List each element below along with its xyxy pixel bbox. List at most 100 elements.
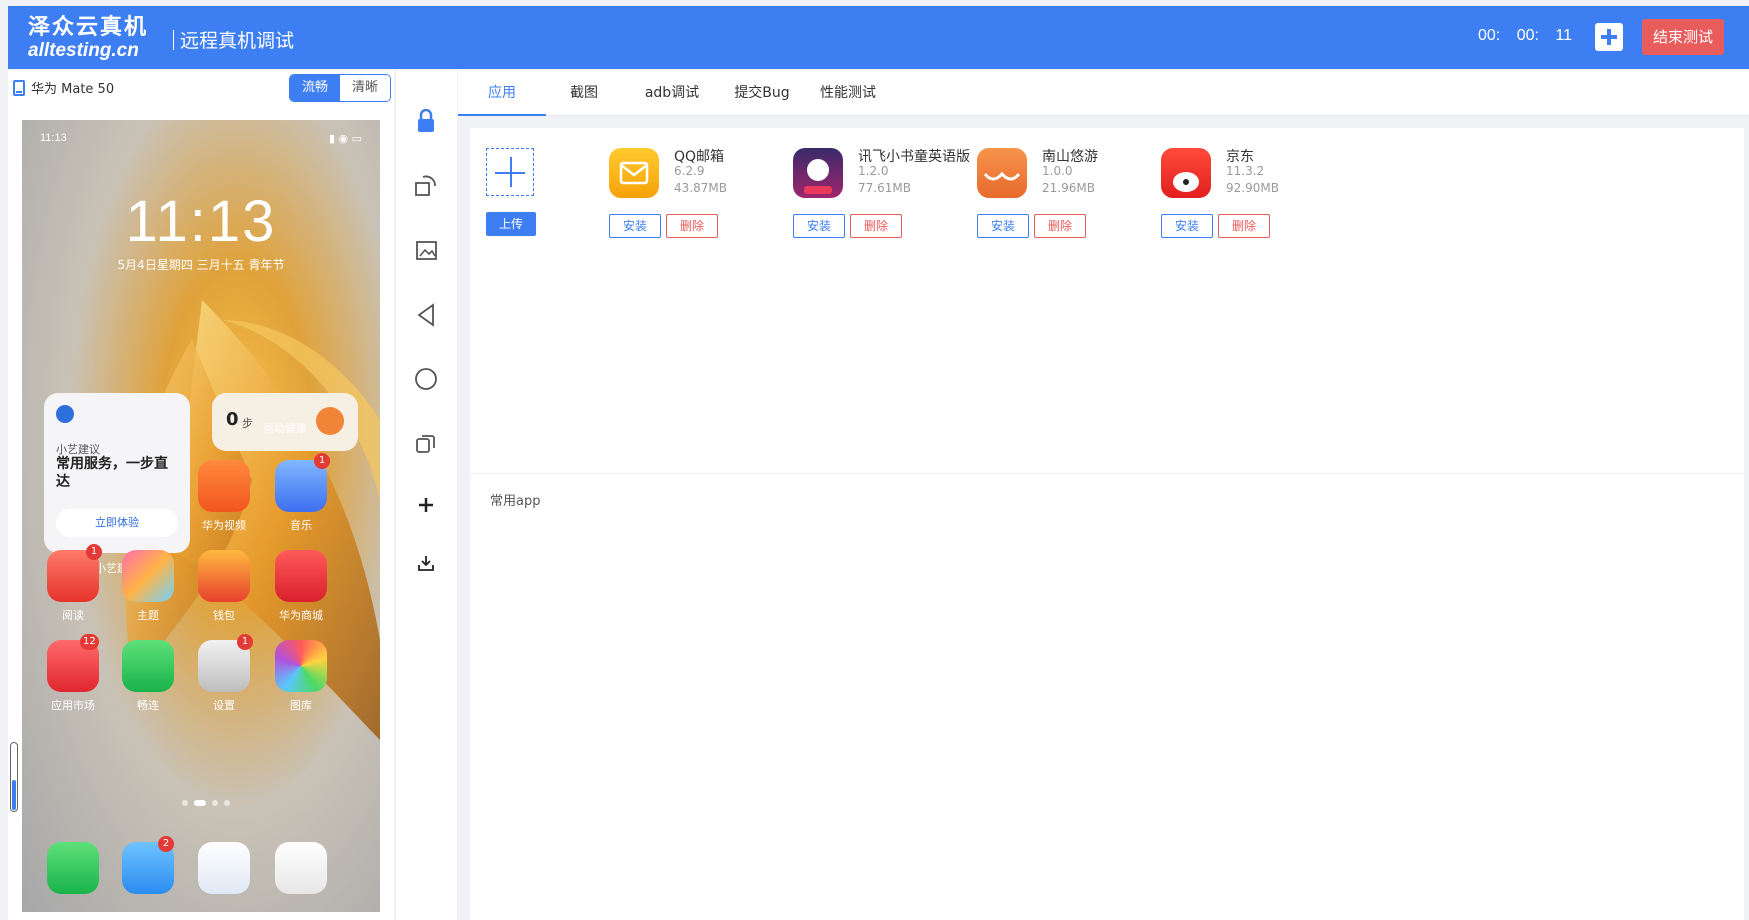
screenshot-icon[interactable] — [411, 236, 441, 266]
upload-dropzone[interactable] — [486, 148, 534, 196]
app-label: 应用市场 — [51, 699, 95, 712]
section-divider — [470, 473, 1744, 474]
tab-submit-bug[interactable]: 提交Bug — [720, 70, 804, 116]
download-icon[interactable] — [411, 548, 441, 578]
notification-badge: 2 — [158, 836, 174, 852]
iflytek-app-icon — [793, 148, 843, 198]
brand-name-cn: 泽众云真机 — [28, 15, 149, 40]
tab-screenshot[interactable]: 截图 — [548, 70, 620, 116]
quality-toggle: 流畅 清晰 — [289, 74, 391, 102]
notification-badge: 12 — [80, 634, 99, 650]
delete-button[interactable]: 删除 — [1034, 214, 1086, 238]
title-divider — [173, 30, 174, 50]
notification-badge: 1 — [86, 544, 102, 560]
install-button[interactable]: 安装 — [609, 214, 661, 238]
quality-clear-button[interactable]: 清晰 — [340, 75, 390, 101]
recent-apps-icon[interactable] — [411, 428, 441, 458]
app-size: 77.61MB — [858, 181, 911, 195]
brand-logo: 泽众云真机 alltesting.cn — [28, 16, 148, 62]
wallet-icon[interactable] — [198, 550, 250, 602]
huawei-video-icon[interactable] — [198, 460, 250, 512]
app-label: 华为商城 — [279, 609, 323, 622]
tab-performance[interactable]: 性能测试 — [804, 70, 892, 116]
app-size: 43.87MB — [674, 181, 727, 195]
install-button[interactable]: 安装 — [1161, 214, 1213, 238]
page-title: 远程真机调试 — [173, 26, 294, 53]
device-name-label: 华为 Mate 50 — [31, 82, 115, 97]
app-size: 21.96MB — [1042, 181, 1095, 195]
gallery-icon[interactable] — [275, 640, 327, 692]
app-version: 6.2.9 — [674, 164, 705, 178]
tab-adb[interactable]: adb调试 — [622, 70, 722, 116]
app-label: 主题 — [137, 609, 159, 622]
install-button[interactable]: 安装 — [977, 214, 1029, 238]
app-label: 钱包 — [213, 609, 235, 622]
phone-screen[interactable]: 11:13 ▮ ◉ ▭ 11:13 5月4日星期四 三月十五 青年节 小艺建议 … — [22, 120, 380, 912]
phone-icon — [13, 79, 25, 96]
lock-icon[interactable] — [411, 106, 441, 136]
health-label: 运动健康 — [263, 422, 307, 435]
app-label: 图库 — [290, 699, 312, 712]
add-icon[interactable] — [411, 490, 441, 520]
vmall-icon[interactable] — [275, 550, 327, 602]
app-card: QQ邮箱 6.2.9 43.87MB 安装 删除 — [609, 146, 809, 241]
themes-icon[interactable] — [122, 550, 174, 602]
status-icons: ▮ ◉ ▭ — [328, 132, 362, 145]
app-size: 92.90MB — [1226, 181, 1279, 195]
app-version: 1.2.0 — [858, 164, 889, 178]
apps-content: 上传 QQ邮箱 6.2.9 43.87MB 安装 删除 讯飞小书童英语版 1.2… — [470, 128, 1744, 920]
app-version: 11.3.2 — [1226, 164, 1265, 178]
tab-bar: 应用 截图 adb调试 提交Bug 性能测试 — [458, 70, 1749, 116]
upload-button[interactable]: 上传 — [486, 212, 536, 236]
app-label: 畅连 — [137, 699, 159, 712]
page-indicator — [182, 800, 230, 806]
end-test-button[interactable]: 结束测试 — [1642, 19, 1724, 55]
jd-app-icon — [1161, 148, 1211, 198]
back-icon[interactable] — [411, 300, 441, 330]
install-button[interactable]: 安装 — [793, 214, 845, 238]
notification-badge: 1 — [237, 634, 253, 650]
widget-headline: 常用服务，一步直达 — [56, 456, 168, 490]
delete-button[interactable]: 删除 — [850, 214, 902, 238]
device-selector[interactable]: 华为 Mate 50 — [13, 78, 114, 97]
add-time-button[interactable] — [1595, 23, 1623, 51]
device-toolbar — [395, 70, 457, 920]
delete-button[interactable]: 删除 — [666, 214, 718, 238]
quality-smooth-button[interactable]: 流畅 — [290, 75, 340, 101]
app-label: 音乐 — [290, 519, 312, 532]
date-line: 5月4日星期四 三月十五 青年节 — [117, 258, 285, 272]
browser-icon[interactable] — [198, 842, 250, 894]
common-apps-heading: 常用app — [490, 494, 541, 509]
app-label: 阅读 — [62, 609, 84, 622]
app-name: QQ邮箱 — [674, 149, 725, 165]
app-card: 京东 11.3.2 92.90MB 安装 删除 — [1161, 146, 1361, 241]
app-version: 1.0.0 — [1042, 164, 1073, 178]
camera-icon[interactable] — [275, 842, 327, 894]
nanshan-app-icon — [977, 148, 1027, 198]
app-name: 京东 — [1226, 149, 1254, 165]
meetime-icon[interactable] — [122, 640, 174, 692]
suggestion-widget[interactable]: 小艺建议 常用服务，一步直达 立即体验 — [44, 393, 190, 553]
lock-clock: 11:13 — [125, 189, 277, 254]
app-name: 讯飞小书童英语版 — [858, 149, 970, 165]
app-name: 南山悠游 — [1042, 149, 1098, 165]
app-label: 华为视频 — [202, 519, 246, 532]
home-icon[interactable] — [411, 364, 441, 394]
app-card: 讯飞小书童英语版 1.2.0 77.61MB 安装 删除 — [793, 146, 993, 241]
top-header: 泽众云真机 alltesting.cn 远程真机调试 00: 00: 11 结束… — [8, 6, 1749, 69]
tab-apps[interactable]: 应用 — [458, 70, 546, 116]
rotate-icon[interactable] — [411, 170, 441, 200]
main-panel: 应用 截图 adb调试 提交Bug 性能测试 上传 QQ邮箱 6.2.9 43.… — [458, 70, 1749, 920]
notification-badge: 1 — [314, 453, 330, 469]
device-panel: 华为 Mate 50 流畅 清晰 11:13 ▮ ◉ ▭ 11:13 5月4日星… — [8, 70, 394, 920]
session-timer: 00: 00: 11 — [1478, 27, 1572, 44]
status-time: 11:13 — [40, 132, 67, 144]
try-now-button[interactable]: 立即体验 — [56, 509, 178, 537]
qq-mail-icon — [609, 148, 659, 198]
brand-name-en: alltesting.cn — [28, 40, 139, 61]
zoom-slider-fill — [12, 780, 16, 810]
app-card: 南山悠游 1.0.0 21.96MB 安装 删除 — [977, 146, 1177, 241]
delete-button[interactable]: 删除 — [1218, 214, 1270, 238]
phone-app-icon[interactable] — [47, 842, 99, 894]
zoom-slider[interactable] — [10, 742, 18, 812]
